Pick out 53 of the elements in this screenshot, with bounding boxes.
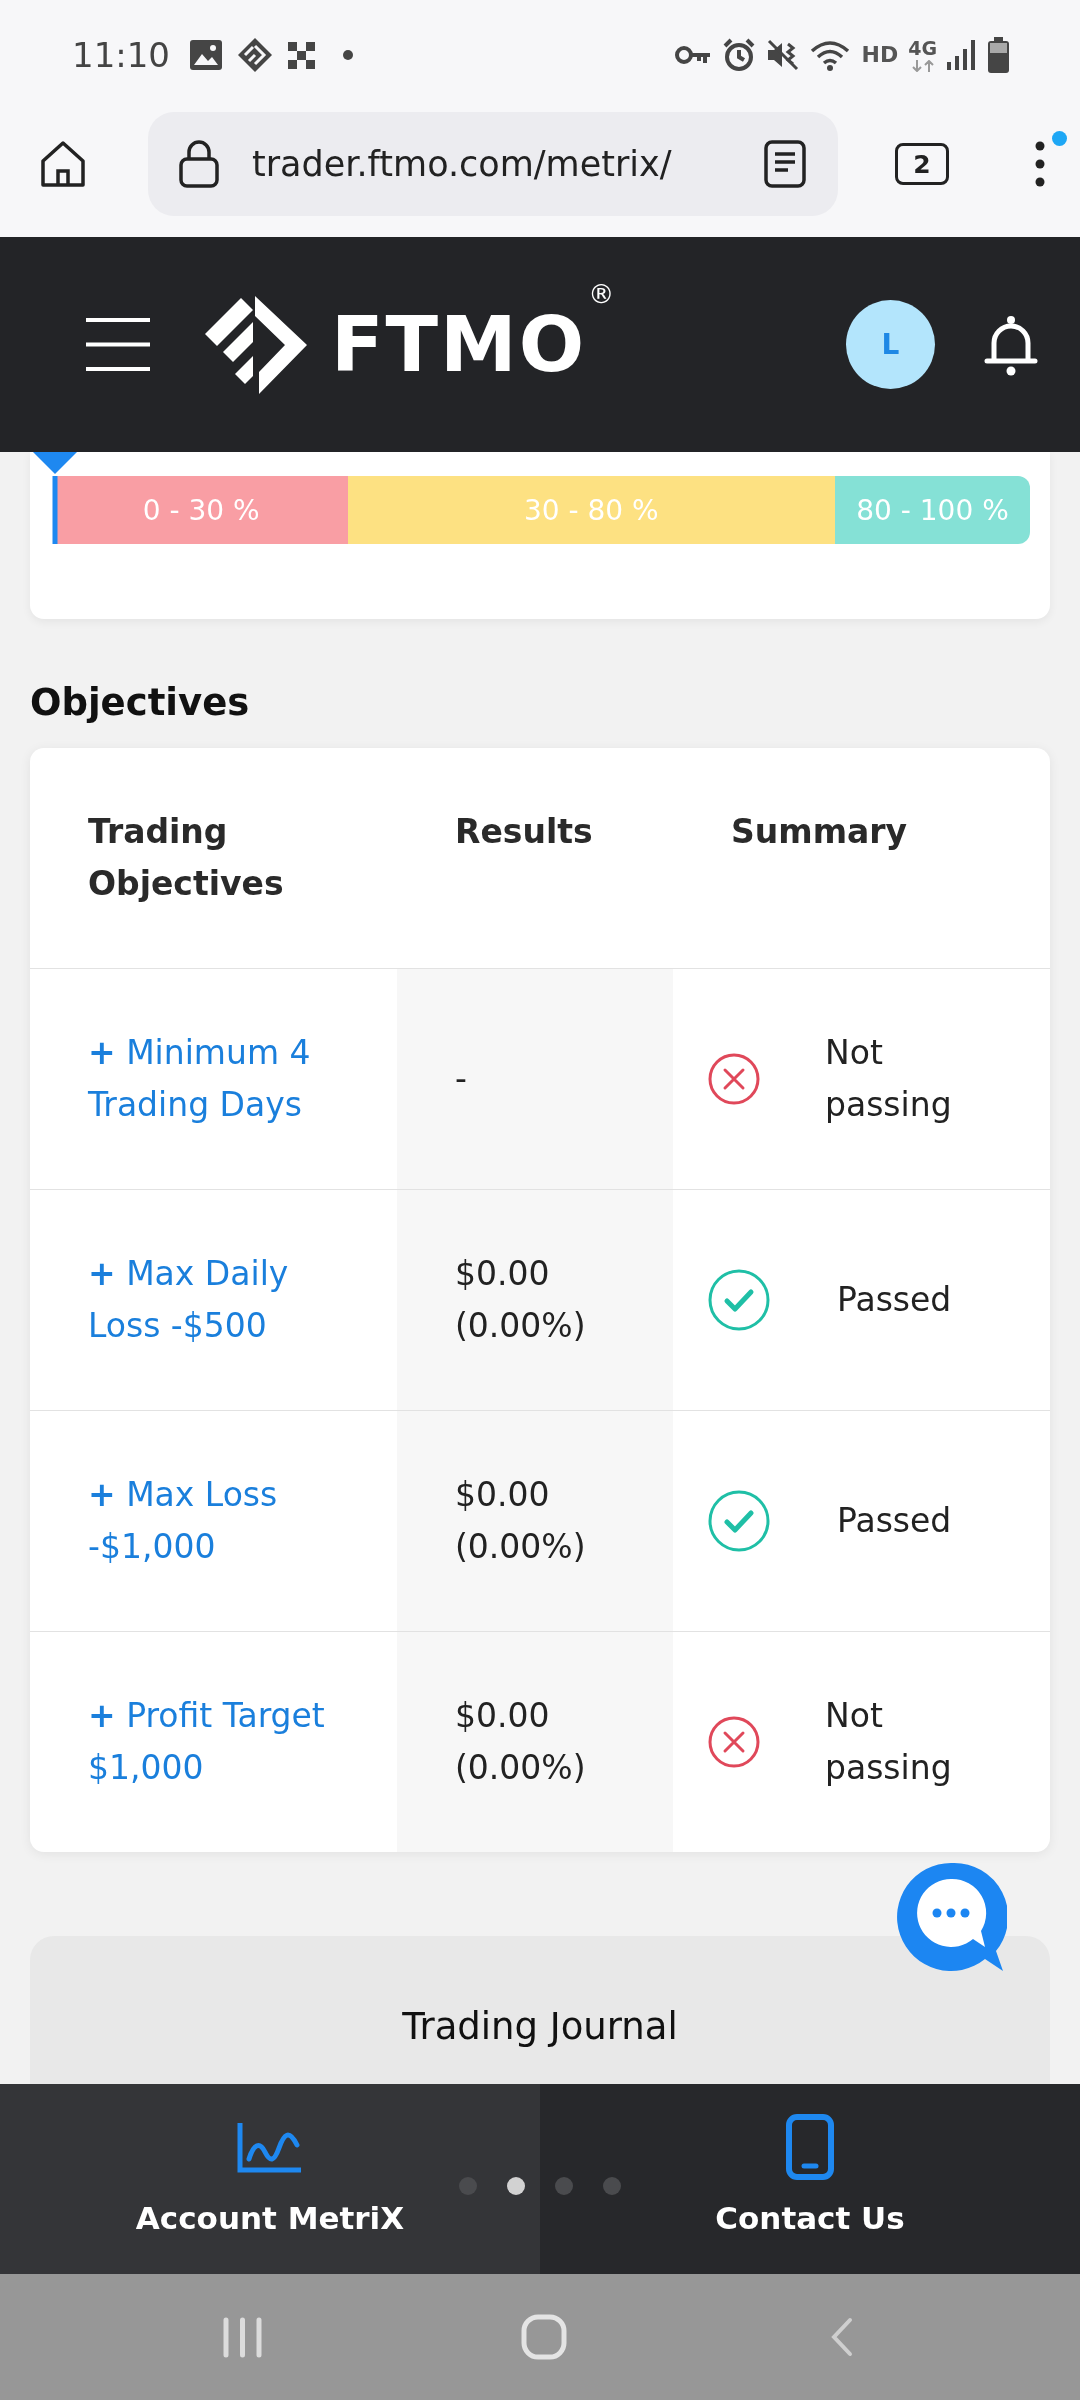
alarm-icon — [722, 38, 757, 72]
registered-mark: ® — [588, 279, 615, 308]
logo-text: FTMO — [331, 304, 587, 385]
grid-icon — [288, 41, 315, 69]
objective-link[interactable]: + Max Daily Loss -$500 — [88, 1248, 367, 1352]
column-header: Results — [455, 811, 593, 853]
section-title: Objectives — [30, 680, 251, 726]
chat-button[interactable] — [895, 1861, 1007, 1973]
card-title: Trading Journal — [402, 2004, 678, 2050]
result-cell: $0.00 (0.00%) — [397, 1190, 673, 1410]
lock-icon — [178, 139, 220, 189]
diamond-app-icon — [238, 38, 272, 72]
result-cell: $0.00 (0.00%) — [397, 1411, 673, 1631]
objective-link[interactable]: + Profit Target $1,000 — [88, 1690, 367, 1794]
journal-card[interactable]: Trading Journal — [30, 1936, 1050, 2084]
logo-icon — [203, 295, 308, 394]
bell-icon[interactable] — [983, 313, 1039, 376]
chat-bubble-icon — [895, 1861, 1007, 1973]
wifi-icon — [810, 38, 852, 72]
bottom-nav-tab[interactable]: Contact Us — [540, 2084, 1080, 2274]
mute-icon — [766, 38, 801, 72]
reader-mode-icon[interactable] — [764, 140, 806, 188]
signal-icon — [947, 40, 977, 70]
key-icon — [674, 44, 713, 66]
column-header: Trading Objectives — [88, 811, 285, 905]
bottom-nav-tab[interactable]: Account MetriX — [0, 2084, 540, 2274]
dot-icon — [343, 50, 353, 60]
image-icon — [190, 40, 222, 70]
home-icon[interactable] — [38, 139, 88, 189]
range-segment: 30 - 80 % — [347, 476, 835, 544]
battery-icon — [987, 37, 1010, 73]
objective-link[interactable]: + Minimum 4 Trading Days — [88, 1027, 367, 1131]
status-text: Not passing — [825, 1032, 953, 1126]
clock-time: 11:10 — [72, 35, 170, 75]
line-chart-icon — [237, 2121, 303, 2173]
range-segment: 0 - 30 % — [55, 476, 348, 544]
data-arrows-icon — [910, 59, 935, 72]
url-text: trader.ftmo.com/metrix/ — [252, 143, 673, 186]
more-menu-icon[interactable] — [1035, 141, 1045, 187]
network-type-label: 4G — [908, 38, 937, 58]
objective-link[interactable]: + Max Loss -$1,000 — [88, 1469, 367, 1573]
result-cell: $0.00 (0.00%) — [397, 1632, 673, 1852]
range-segment: 80 - 100 % — [835, 476, 1030, 544]
column-header: Summary — [731, 811, 908, 853]
menu-icon[interactable] — [86, 317, 150, 372]
address-bar[interactable]: trader.ftmo.com/metrix/ — [148, 112, 838, 216]
network-type-label: HD — [861, 44, 899, 66]
tab-count-button[interactable]: 2 — [895, 143, 949, 185]
result-cell: - — [397, 969, 673, 1189]
status-text: Not passing — [825, 1695, 953, 1789]
phone-icon — [786, 2114, 834, 2180]
status-text: Passed — [837, 1279, 952, 1321]
status-text: Passed — [837, 1500, 952, 1542]
